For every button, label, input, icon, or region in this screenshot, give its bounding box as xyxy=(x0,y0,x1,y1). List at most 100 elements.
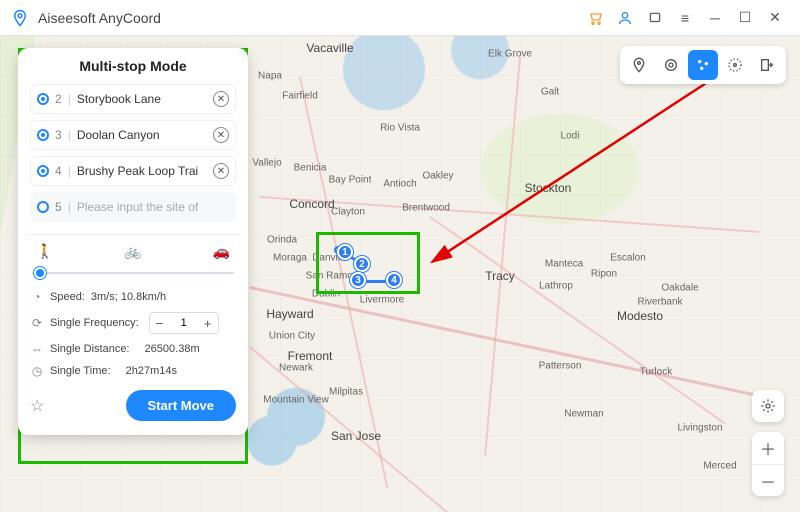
frequency-decrement[interactable]: − xyxy=(150,313,170,333)
stop-number: 5 xyxy=(55,200,62,214)
city-label: Mountain View xyxy=(263,395,328,406)
stop-row[interactable]: 4|Brushy Peak Loop Trai✕ xyxy=(30,156,236,186)
transport-mode-row: 🚶 🚲 🚗 xyxy=(30,243,236,260)
transport-car-icon[interactable]: 🚗 xyxy=(213,243,230,260)
multi-stop-panel: Multi-stop Mode 2|Storybook Lane✕3|Doola… xyxy=(18,48,248,435)
cart-icon[interactable] xyxy=(580,4,610,32)
city-label: Benicia xyxy=(294,163,327,174)
map-settings xyxy=(752,390,784,422)
city-label: Milpitas xyxy=(329,387,363,398)
close-button[interactable]: ✕ xyxy=(760,4,790,32)
zoom-in-button[interactable]: ＋ xyxy=(752,432,784,464)
maximize-button[interactable]: ☐ xyxy=(730,4,760,32)
map-settings-button[interactable] xyxy=(752,390,784,422)
stop-clear-button[interactable]: ✕ xyxy=(213,163,229,179)
zoom-control: ＋ － xyxy=(752,432,784,496)
favorite-button[interactable]: ☆ xyxy=(30,396,44,416)
route-info: ◔ Speed: 3m/s; 10.8km/h ⟳ Single Frequen… xyxy=(30,290,236,378)
city-label: Patterson xyxy=(539,361,582,372)
distance-value: 26500.38m xyxy=(145,343,200,355)
account-icon[interactable] xyxy=(610,4,640,32)
city-label: Brentwood xyxy=(402,203,450,214)
city-label: Escalon xyxy=(610,253,646,264)
distance-row: ⇔ Single Distance: 26500.38m xyxy=(30,342,236,356)
city-label: Moraga xyxy=(273,253,307,264)
speed-slider[interactable] xyxy=(32,266,234,280)
mode-joystick[interactable] xyxy=(720,50,750,80)
speed-slider-thumb[interactable] xyxy=(34,267,46,279)
city-label: Napa xyxy=(258,71,282,82)
city-label: Riverbank xyxy=(637,297,682,308)
minimize-button[interactable]: ─ xyxy=(700,4,730,32)
stop-name[interactable]: Doolan Canyon xyxy=(77,128,207,142)
time-icon: ◷ xyxy=(30,364,44,378)
city-label: Clayton xyxy=(331,207,365,218)
city-label: Livingston xyxy=(677,423,722,434)
stop-name[interactable]: Brushy Peak Loop Trai xyxy=(77,164,207,178)
speed-label: Speed: xyxy=(50,291,85,303)
city-label: Newman xyxy=(564,409,603,420)
transport-bike-icon[interactable]: 🚲 xyxy=(124,243,141,260)
time-value: 2h27m14s xyxy=(126,365,177,377)
speed-value: 3m/s; 10.8km/h xyxy=(91,291,166,303)
city-label: Newark xyxy=(279,363,313,374)
stop-row[interactable]: 3|Doolan Canyon✕ xyxy=(30,120,236,150)
route-node[interactable]: 4 xyxy=(386,272,402,288)
city-label: Dublin xyxy=(312,289,340,300)
frequency-icon: ⟳ xyxy=(30,316,44,330)
stop-clear-button[interactable]: ✕ xyxy=(213,127,229,143)
frequency-input[interactable] xyxy=(170,313,198,333)
frequency-increment[interactable]: + xyxy=(198,313,218,333)
app-logo-icon xyxy=(10,8,30,28)
city-label: Hayward xyxy=(266,307,313,321)
city-label: Manteca xyxy=(545,259,583,270)
city-label: Modesto xyxy=(617,309,663,323)
stop-radio-icon xyxy=(37,201,49,213)
mode-one-stop[interactable] xyxy=(656,50,686,80)
city-label: Concord xyxy=(289,197,334,211)
stop-row[interactable]: 2|Storybook Lane✕ xyxy=(30,84,236,114)
city-label: Livermore xyxy=(360,295,404,306)
stops-list: 2|Storybook Lane✕3|Doolan Canyon✕4|Brush… xyxy=(30,84,236,222)
mode-modify-location[interactable] xyxy=(624,50,654,80)
map-canvas[interactable]: VacavilleFairfieldRio VistaNapaBeniciaVa… xyxy=(0,36,800,512)
stop-number: 4 xyxy=(55,164,62,178)
city-label: Oakley xyxy=(422,171,453,182)
route-node[interactable]: 3 xyxy=(350,272,366,288)
distance-icon: ⇔ xyxy=(30,342,44,356)
stop-radio-icon xyxy=(37,129,49,141)
stop-name[interactable]: Storybook Lane xyxy=(77,92,207,106)
menu-icon[interactable]: ≡ xyxy=(670,4,700,32)
city-label: Galt xyxy=(541,87,559,98)
city-label: Bay Point xyxy=(329,175,372,186)
city-label: Vacaville xyxy=(306,41,353,55)
city-label: Fremont xyxy=(288,349,333,363)
mode-toolbar xyxy=(620,46,786,84)
city-label: Lathrop xyxy=(539,281,573,292)
start-move-button[interactable]: Start Move xyxy=(126,390,236,421)
city-label: Merced xyxy=(703,461,736,472)
mode-multi-stop[interactable] xyxy=(688,50,718,80)
city-label: Elk Grove xyxy=(488,49,532,60)
city-label: San Jose xyxy=(331,429,381,443)
city-label: Oakdale xyxy=(661,283,698,294)
zoom-out-button[interactable]: － xyxy=(752,464,784,496)
route-node[interactable]: 2 xyxy=(354,256,370,272)
stop-clear-button[interactable]: ✕ xyxy=(213,91,229,107)
stop-number: 3 xyxy=(55,128,62,142)
panel-title: Multi-stop Mode xyxy=(30,58,236,74)
time-label: Single Time: xyxy=(50,365,111,377)
city-label: Fairfield xyxy=(282,91,318,102)
stop-name[interactable]: Please input the site of xyxy=(77,200,229,214)
feedback-icon[interactable] xyxy=(640,4,670,32)
stop-row[interactable]: 5|Please input the site of xyxy=(30,192,236,222)
panel-footer: ☆ Start Move xyxy=(30,390,236,421)
mode-export[interactable] xyxy=(752,50,782,80)
route-node[interactable]: 1 xyxy=(337,244,353,260)
city-label: Vallejo xyxy=(252,158,281,169)
city-label: Ripon xyxy=(591,269,617,280)
city-label: Orinda xyxy=(267,235,297,246)
city-label: Turlock xyxy=(640,367,672,378)
stop-number: 2 xyxy=(55,92,62,106)
transport-walk-icon[interactable]: 🚶 xyxy=(36,243,53,260)
